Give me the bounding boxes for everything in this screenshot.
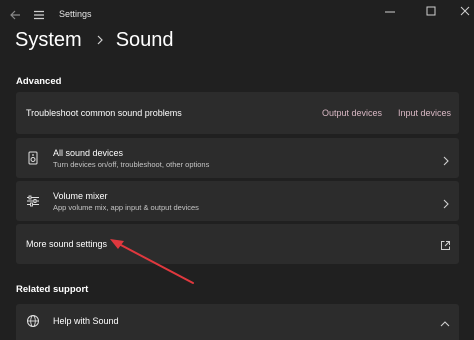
chevron-right-icon bbox=[441, 196, 451, 209]
hamburger-menu-icon[interactable] bbox=[30, 6, 48, 24]
chevron-up-icon[interactable] bbox=[440, 316, 450, 327]
breadcrumb-parent[interactable]: System bbox=[15, 29, 82, 52]
page-title: Sound bbox=[115, 28, 174, 51]
all-sound-devices-title: All sound devices bbox=[53, 148, 124, 158]
troubleshoot-label: Troubleshoot common sound problems bbox=[26, 108, 182, 118]
more-sound-settings-row[interactable]: More sound settings bbox=[16, 224, 459, 264]
minimize-icon[interactable] bbox=[378, 3, 402, 19]
close-icon[interactable] bbox=[453, 3, 474, 19]
window-title: Settings bbox=[59, 9, 92, 19]
help-with-sound-title: Help with Sound bbox=[53, 316, 119, 326]
chevron-right-icon bbox=[96, 35, 104, 45]
section-heading-advanced: Advanced bbox=[16, 76, 62, 87]
globe-icon bbox=[26, 314, 40, 328]
external-link-icon bbox=[440, 238, 450, 250]
back-arrow-icon[interactable] bbox=[5, 5, 25, 25]
section-heading-related-support: Related support bbox=[16, 284, 89, 295]
chevron-right-icon bbox=[441, 153, 451, 166]
troubleshoot-row: Troubleshoot common sound problems Outpu… bbox=[16, 92, 459, 134]
more-sound-settings-title: More sound settings bbox=[26, 239, 108, 249]
sliders-mixer-icon bbox=[26, 194, 40, 208]
all-sound-devices-row[interactable]: All sound devices Turn devices on/off, t… bbox=[16, 138, 459, 178]
speaker-device-icon bbox=[26, 151, 40, 165]
all-sound-devices-subtitle: Turn devices on/off, troubleshoot, other… bbox=[53, 160, 210, 169]
volume-mixer-title: Volume mixer bbox=[53, 191, 108, 201]
output-devices-link[interactable]: Output devices bbox=[322, 108, 382, 118]
volume-mixer-subtitle: App volume mix, app input & output devic… bbox=[53, 203, 199, 212]
help-with-sound-row[interactable]: Help with Sound bbox=[16, 304, 459, 340]
input-devices-link[interactable]: Input devices bbox=[398, 108, 451, 118]
breadcrumb: System Sound bbox=[15, 26, 174, 54]
maximize-icon[interactable] bbox=[419, 3, 443, 19]
volume-mixer-row[interactable]: Volume mixer App volume mix, app input &… bbox=[16, 181, 459, 221]
